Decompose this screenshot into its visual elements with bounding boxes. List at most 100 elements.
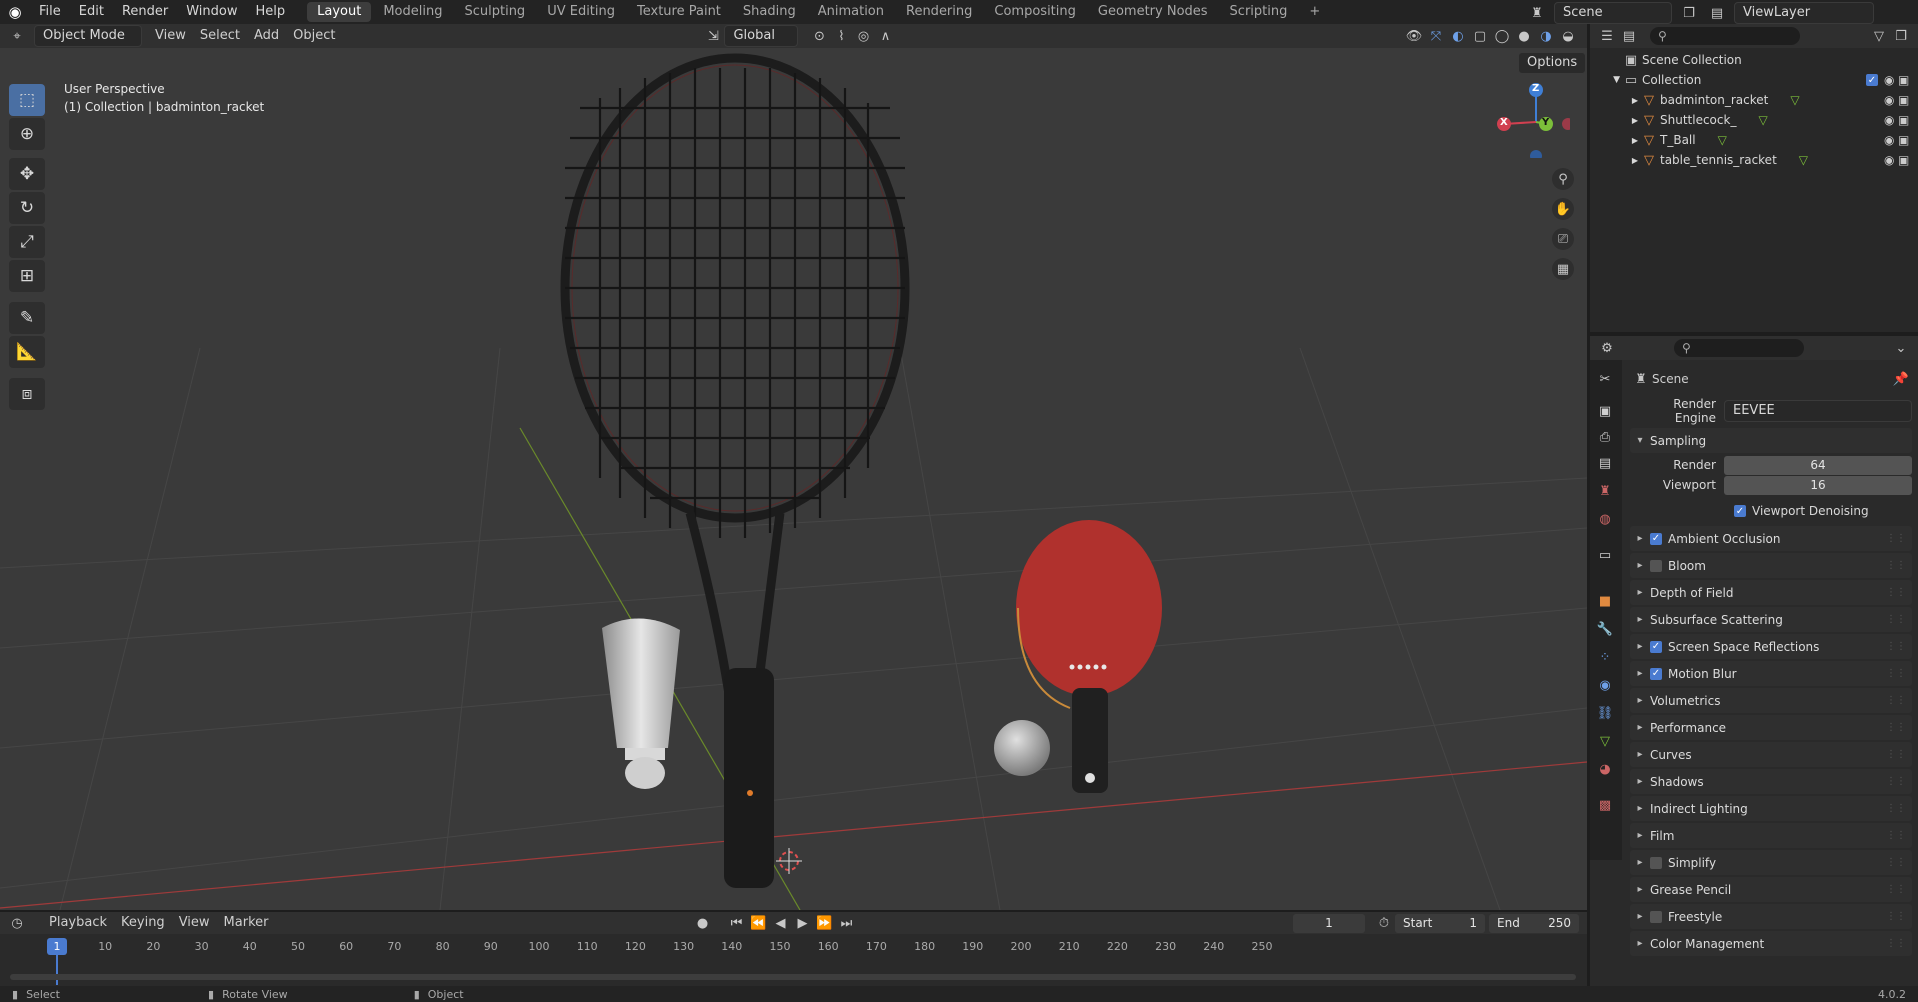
cursor-tool-icon[interactable]: ⊕ [9,118,45,150]
panel-enable-checkbox[interactable] [1650,559,1662,572]
eye-icon[interactable]: ◉ [1884,73,1898,87]
drag-handle-icon[interactable]: ⋮⋮ [1886,776,1906,787]
drag-handle-icon[interactable]: ⋮⋮ [1886,587,1906,598]
drag-handle-icon[interactable]: ⋮⋮ [1886,749,1906,760]
panel-header[interactable]: ▸ ✓ Screen Space Reflections ⋮⋮ [1630,634,1912,659]
scene-selector[interactable]: Scene [1554,2,1672,24]
drag-handle-icon[interactable]: ⋮⋮ [1886,641,1906,652]
vp-menu-select[interactable]: Select [193,25,247,47]
menu-render[interactable]: Render [113,0,177,24]
drag-handle-icon[interactable]: ⋮⋮ [1886,884,1906,895]
camera-icon[interactable]: ▣ [1898,133,1918,147]
rotate-tool-icon[interactable]: ↻ [9,192,45,224]
end-frame-field[interactable]: End 250 [1489,913,1579,933]
current-frame-field[interactable]: 1 [1293,913,1365,933]
drag-handle-icon[interactable]: ⋮⋮ [1886,722,1906,733]
panel-enable-checkbox[interactable] [1650,856,1662,869]
modifier-tab-icon[interactable]: 🔧 [1594,618,1616,640]
material-tab-icon[interactable]: ◕ [1594,758,1616,780]
camera-icon[interactable]: ▣ [1898,93,1918,107]
xray-icon[interactable]: ▢ [1469,25,1491,47]
viewport-denoising-checkbox[interactable]: ✓ [1734,505,1746,517]
properties-options-icon[interactable]: ⌄ [1890,337,1912,359]
drag-handle-icon[interactable]: ⋮⋮ [1886,614,1906,625]
particles-tab-icon[interactable]: ⁘ [1594,646,1616,668]
zoom-icon[interactable]: ⚲ [1552,168,1574,190]
panel-header[interactable]: ▸ Shadows ⋮⋮ [1630,769,1912,794]
gizmo-icon[interactable]: ⤧ [1425,25,1447,47]
tab-rendering[interactable]: Rendering [896,2,982,22]
timeline-menu-view[interactable]: View [172,912,217,934]
outliner-search-input[interactable]: ⚲ [1650,27,1800,45]
annotate-tool-icon[interactable]: ✎ [9,302,45,334]
panel-header[interactable]: ▸ Performance ⋮⋮ [1630,715,1912,740]
outliner-scene-collection[interactable]: ▣ Scene Collection [1590,50,1918,70]
drag-handle-icon[interactable]: ⋮⋮ [1886,668,1906,679]
add-cube-tool-icon[interactable]: ⧈ [9,378,45,410]
vp-menu-view[interactable]: View [148,25,193,47]
expand-icon[interactable]: ▶ [1590,96,1638,105]
transform-tool-icon[interactable]: ⊞ [9,260,45,292]
tab-scripting[interactable]: Scripting [1220,2,1298,22]
camera-view-icon[interactable]: ⎚ [1552,228,1574,250]
display-mode-icon[interactable]: ▤ [1618,25,1640,47]
solid-shading-icon[interactable]: ● [1513,25,1535,47]
panel-header[interactable]: ▸ Freestyle ⋮⋮ [1630,904,1912,929]
drag-handle-icon[interactable]: ⋮⋮ [1886,938,1906,949]
add-workspace-icon[interactable]: + [1299,2,1330,22]
viewport-denoising-row[interactable]: ✓ Viewport Denoising [1630,498,1918,524]
physics-tab-icon[interactable]: ◉ [1594,674,1616,696]
collection-exclude-checkbox[interactable]: ✓ [1866,74,1878,86]
render-tab-icon[interactable]: ▣ [1594,400,1616,422]
shuttlecock[interactable] [602,618,680,789]
panel-header[interactable]: ▸ Indirect Lighting ⋮⋮ [1630,796,1912,821]
options-dropdown[interactable]: Options [1518,52,1587,74]
camera-icon[interactable]: ▣ [1898,153,1918,167]
drag-handle-icon[interactable]: ⋮⋮ [1886,857,1906,868]
tab-modeling[interactable]: Modeling [373,2,452,22]
collection-expand-icon[interactable]: ▼ [1590,75,1620,85]
expand-icon[interactable]: ▶ [1590,136,1638,145]
scale-tool-icon[interactable]: ⤢ [9,226,45,258]
timeline-scrollbar[interactable] [10,974,1576,980]
outliner-editor-icon[interactable]: ☰ [1596,25,1618,47]
new-scene-icon[interactable]: ❐ [1678,2,1700,24]
scene-tab-icon[interactable]: ♜ [1594,480,1616,502]
menu-edit[interactable]: Edit [70,0,113,24]
data-tab-icon[interactable]: ▽ [1594,730,1616,752]
eye-icon[interactable]: ◉ [1884,153,1898,167]
output-tab-icon[interactable]: ⎙ [1594,426,1616,448]
panel-enable-checkbox[interactable] [1650,910,1662,923]
outliner-collection[interactable]: ▼ ▭ Collection ✓ ◉ ▣ [1590,70,1918,90]
timeline-menu-marker[interactable]: Marker [217,912,276,934]
material-shading-icon[interactable]: ◑ [1535,25,1557,47]
tab-shading[interactable]: Shading [733,2,806,22]
drag-handle-icon[interactable]: ⋮⋮ [1886,911,1906,922]
play-reverse-icon[interactable]: ◀ [769,912,791,934]
tab-texture-paint[interactable]: Texture Paint [627,2,731,22]
navigation-gizmo[interactable]: Z X Y [1490,78,1574,162]
outliner-item[interactable]: ▶ ▽ Shuttlecock_ ▽ ◉ ▣ [1590,110,1918,130]
3d-cursor-icon[interactable] [776,848,802,874]
frame-ruler[interactable]: 1 10 20 30 40 50 60 70 80 90 100 110 120 130 140 150 16… [0,934,1587,985]
timeline-editor-icon[interactable]: ◷ [6,912,28,934]
record-icon[interactable]: ● [691,912,713,934]
outliner-item[interactable]: ▶ ▽ table_tennis_racket ▽ ◉ ▣ [1590,150,1918,170]
render-engine-selector[interactable]: EEVEE [1724,400,1912,422]
panel-header[interactable]: ▸ Grease Pencil ⋮⋮ [1630,877,1912,902]
texture-tab-icon[interactable]: ▩ [1594,794,1616,816]
measure-tool-icon[interactable]: 📐 [9,336,45,368]
editor-type-icon[interactable]: ⌖ [6,25,28,47]
outliner-item[interactable]: ▶ ▽ badminton_racket ▽ ◉ ▣ [1590,90,1918,110]
prev-keyframe-icon[interactable]: ⏪ [747,912,769,934]
panel-header[interactable]: ▸ ✓ Ambient Occlusion ⋮⋮ [1630,526,1912,551]
expand-icon[interactable]: ▶ [1590,116,1638,125]
play-icon[interactable]: ▶ [791,912,813,934]
drag-handle-icon[interactable]: ⋮⋮ [1886,830,1906,841]
tab-layout[interactable]: Layout [307,2,372,22]
view-layer-selector[interactable]: ViewLayer [1734,2,1874,24]
mode-selector[interactable]: Object Mode [34,25,142,47]
pan-hand-icon[interactable]: ✋ [1552,198,1574,220]
rendered-shading-icon[interactable]: ◒ [1557,25,1579,47]
drag-handle-icon[interactable]: ⋮⋮ [1886,560,1906,571]
